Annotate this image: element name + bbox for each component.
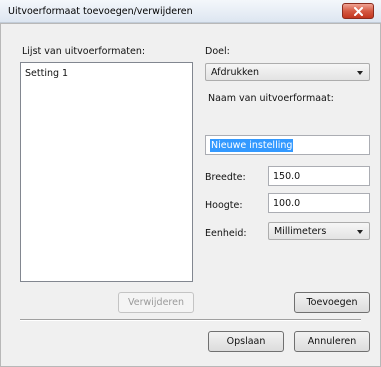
list-item[interactable]: Setting 1: [25, 68, 68, 79]
output-size-list-label: Lijst van uitvoerformaten:: [22, 46, 146, 57]
breedte-input[interactable]: 150.0: [268, 166, 370, 186]
dialog-title: Uitvoerformaat toevoegen/verwijderen: [8, 6, 193, 17]
eenheid-label: Eenheid:: [205, 228, 247, 239]
title-bar[interactable]: Uitvoerformaat toevoegen/verwijderen: [0, 0, 381, 23]
remove-button[interactable]: Verwijderen: [118, 292, 194, 313]
breedte-label: Breedte:: [205, 172, 246, 183]
doel-select[interactable]: Afdrukken: [205, 63, 370, 81]
dropdown-arrow-icon: [357, 71, 363, 75]
naam-input[interactable]: Nieuwe instelling: [205, 135, 370, 155]
dropdown-arrow-icon: [357, 230, 363, 234]
eenheid-select[interactable]: Millimeters: [268, 222, 370, 240]
cancel-button[interactable]: Annuleren: [294, 331, 370, 352]
eenheid-selected-value: Millimeters: [274, 226, 327, 237]
output-size-list[interactable]: Setting 1: [20, 62, 193, 282]
close-x-icon: [354, 7, 363, 16]
hoogte-label: Hoogte:: [205, 200, 243, 211]
add-remove-output-size-dialog: Uitvoerformaat toevoegen/verwijderen Lij…: [0, 0, 381, 367]
hoogte-input[interactable]: 100.0: [268, 193, 370, 213]
naam-label: Naam van uitvoerformaat:: [208, 93, 334, 104]
doel-label: Doel:: [205, 46, 230, 57]
naam-input-value: Nieuwe instelling: [210, 139, 294, 152]
save-button[interactable]: Opslaan: [208, 331, 284, 352]
breedte-input-value: 150.0: [273, 171, 301, 182]
hoogte-input-value: 100.0: [273, 198, 301, 209]
add-button[interactable]: Toevoegen: [294, 292, 370, 313]
footer-separator: [20, 319, 361, 321]
close-button[interactable]: [342, 3, 374, 19]
doel-selected-value: Afdrukken: [211, 67, 259, 78]
